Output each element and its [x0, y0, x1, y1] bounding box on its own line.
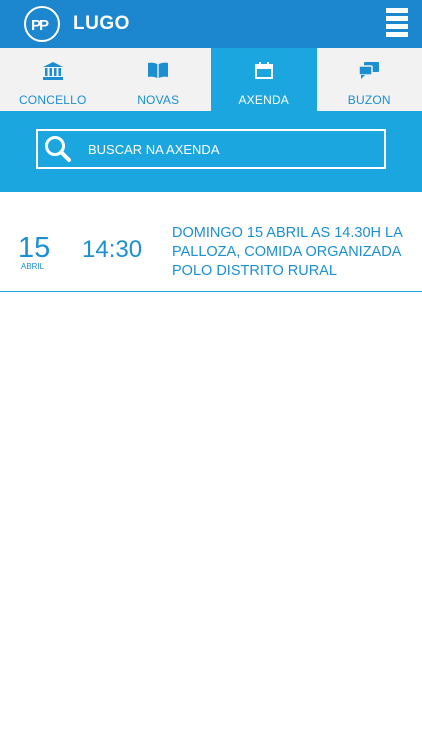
top-bar: P P LUGO — [0, 0, 422, 48]
tab-buzon[interactable]: BUZON — [317, 48, 422, 111]
svg-text:P: P — [39, 17, 49, 34]
calendar-icon — [254, 62, 273, 84]
app-title: LUGO — [73, 13, 130, 34]
agenda-event-row[interactable]: 15 ABRIL 14:30 DOMINGO 15 ABRIL AS 14.30… — [0, 192, 422, 292]
event-day: 15 — [18, 232, 51, 264]
tab-axenda[interactable]: AXENDA — [211, 48, 317, 111]
tab-bar: CONCELLO NOVAS AXENDA BUZON — [0, 48, 422, 111]
chat-bubbles-icon — [358, 62, 380, 84]
tab-label: BUZON — [347, 93, 391, 107]
tab-label: CONCELLO — [18, 93, 87, 107]
search-band — [0, 111, 422, 192]
event-description: DOMINGO 15 ABRIL AS 14.30H LA PALLOZA, C… — [172, 225, 402, 279]
tab-novas[interactable]: NOVAS — [106, 48, 212, 111]
bank-building-icon — [42, 62, 63, 85]
search-icon[interactable] — [44, 135, 72, 168]
search-input[interactable] — [88, 131, 378, 167]
tab-label: NOVAS — [137, 93, 180, 107]
hamburger-menu-icon[interactable] — [386, 8, 408, 38]
tab-label: AXENDA — [238, 93, 290, 107]
search-box[interactable] — [36, 129, 386, 169]
open-book-icon — [148, 62, 169, 83]
event-time: 14:30 — [82, 236, 143, 263]
tab-concello[interactable]: CONCELLO — [0, 48, 106, 111]
event-month: ABRIL — [21, 262, 45, 271]
party-logo-icon[interactable]: P P — [24, 6, 60, 42]
